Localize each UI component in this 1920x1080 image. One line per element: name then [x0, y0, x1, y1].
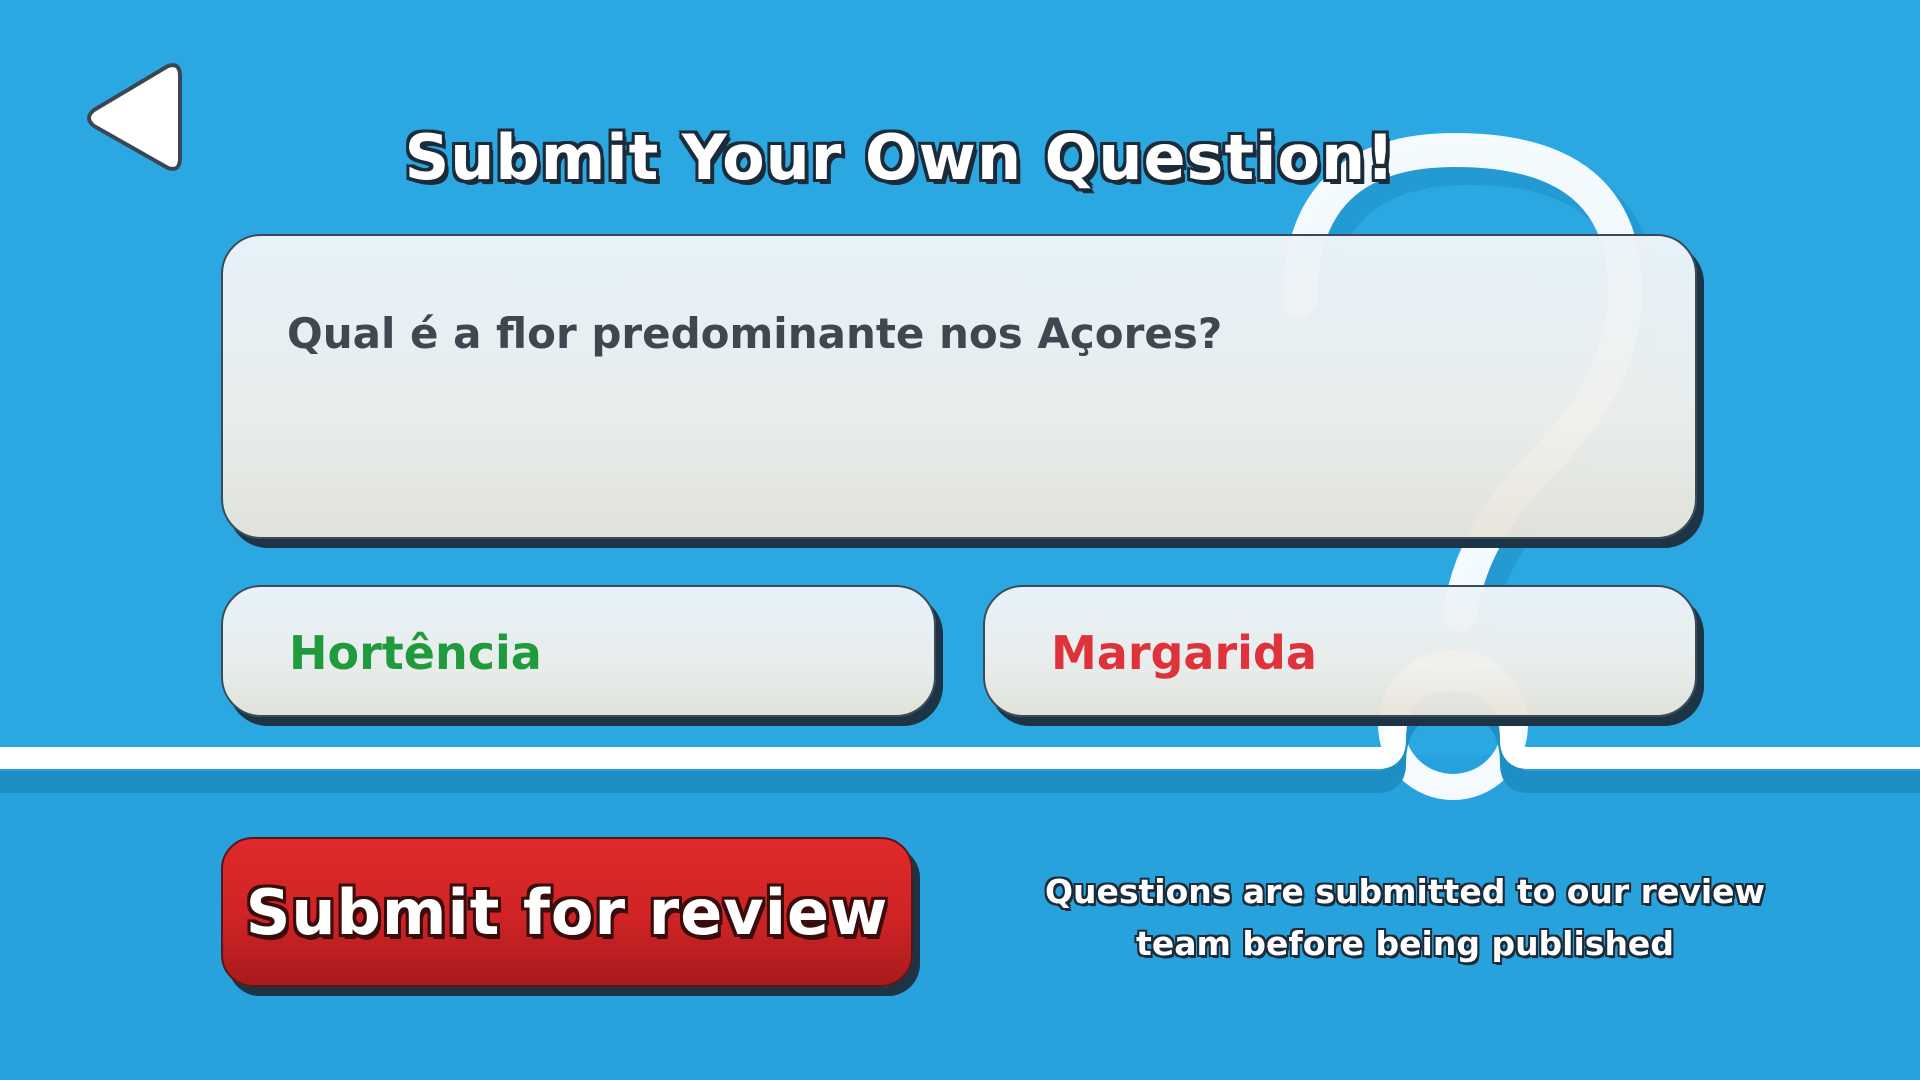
- correct-answer-text: Hortência: [289, 626, 542, 680]
- question-text: Qual é a flor predominante nos Açores?: [287, 309, 1223, 358]
- page-title: Submit Your Own Question!: [404, 121, 1396, 194]
- question-input[interactable]: Qual é a flor predominante nos Açores?: [221, 234, 1697, 539]
- wrong-answer-input[interactable]: Margarida: [983, 585, 1697, 717]
- submit-button-label: Submit for review: [245, 875, 889, 949]
- submit-for-review-button[interactable]: Submit for review: [221, 837, 913, 987]
- review-info-text: Questions are submitted to our review te…: [1000, 866, 1810, 970]
- back-arrow-icon: [87, 63, 182, 171]
- wrong-answer-text: Margarida: [1051, 626, 1317, 680]
- review-info-line-1: Questions are submitted to our review: [1044, 872, 1766, 911]
- back-button[interactable]: [80, 58, 186, 176]
- review-info-line-2: team before being published: [1136, 924, 1674, 963]
- correct-answer-input[interactable]: Hortência: [221, 585, 936, 717]
- game-screen: Submit Your Own Question! Qual é a flor …: [0, 0, 1920, 1080]
